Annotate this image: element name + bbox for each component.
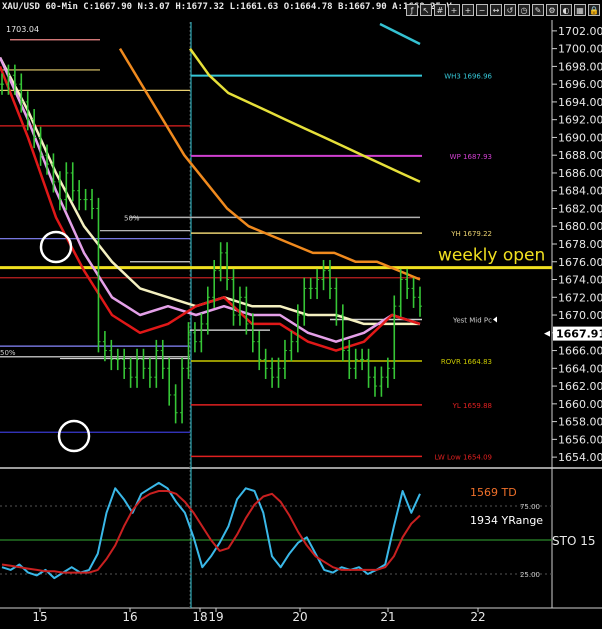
sto-tick-label: 25.00 [520, 571, 540, 579]
y-axis-tick-label: 1656.00 [558, 433, 602, 446]
level-label: WH3 1696.96 [444, 73, 492, 81]
y-axis-tick-label: 1688.00 [558, 149, 602, 162]
x-axis-day-label: 15 [32, 610, 47, 624]
clock-icon[interactable]: ◷ [518, 4, 530, 16]
x-axis-day-label: 19 [208, 610, 223, 624]
y-axis-tick-label: 1702.00 [558, 25, 602, 38]
y-axis-tick-label: 1682.00 [558, 202, 602, 215]
fx-icon[interactable]: ƒ [406, 4, 418, 16]
reset-icon[interactable]: ↺ [504, 4, 516, 16]
y-axis-tick-label: 1678.00 [558, 238, 602, 251]
y-axis-tick-label: 1654.00 [558, 451, 602, 464]
y-axis-tick-label: 1696.00 [558, 78, 602, 91]
x-axis-day-label: 20 [292, 610, 307, 624]
y-axis-tick-label: 1662.00 [558, 380, 602, 393]
y-axis-tick-label: 1672.00 [558, 291, 602, 304]
y-axis-tick-label: 1676.00 [558, 256, 602, 269]
chart-icon[interactable]: ▦ [574, 4, 586, 16]
level-label: Yest Mid Pc [452, 316, 492, 324]
level-label: YH 1679.22 [450, 230, 492, 238]
y-axis-tick-label: 1674.00 [558, 274, 602, 287]
fifty-percent-label: 50% [0, 349, 16, 357]
sto-label: STO 15 [552, 534, 595, 548]
x-axis-day-label: 18 [192, 610, 207, 624]
fifty-percent-label: 50% [124, 214, 140, 222]
x-axis-day-label: 22 [470, 610, 485, 624]
y-axis-tick-label: 1658.00 [558, 416, 602, 429]
level-label: YL 1659.88 [452, 402, 492, 410]
symbol-info-line: XAU/USD 60-Min C:1667.90 N:3.07 H:1677.3… [2, 2, 458, 12]
y-axis-tick-label: 1694.00 [558, 96, 602, 109]
level-label: LW Low 1654.09 [435, 453, 492, 461]
y-axis-tick-label: 1700.00 [558, 43, 602, 56]
last-price-label: 1667.91 [556, 328, 602, 341]
y-axis-tick-label: 1664.00 [558, 362, 602, 375]
x-axis-day-label: 16 [122, 610, 137, 624]
y-axis-tick-label: 1660.00 [558, 398, 602, 411]
settings-icon[interactable]: ⚙ [546, 4, 558, 16]
y-axis-tick-label: 1680.00 [558, 220, 602, 233]
level-label: ROVR 1664.83 [441, 358, 492, 366]
chart-toolbar: ƒ ↖ # + + − ↔ ↺ ◷ ✎ ⚙ ◐ ▦ 🔒 [406, 0, 602, 20]
arrow-icon[interactable]: ↖ [420, 4, 432, 16]
y-axis-tick-label: 1684.00 [558, 185, 602, 198]
sto-legend-yrange: 1934 YRange [470, 514, 543, 527]
chart-header: XAU/USD 60-Min C:1667.90 N:3.07 H:1677.3… [0, 0, 602, 20]
expand-icon[interactable]: ↔ [490, 4, 502, 16]
sto-tick-label: 75.00 [520, 503, 540, 511]
y-axis-tick-label: 1692.00 [558, 114, 602, 127]
chart-window: 1654.00 1656.00 1658.00 1660.00 1662.00 1664.… [0, 0, 602, 625]
y-axis-tick-label: 1686.00 [558, 167, 602, 180]
y-axis-tick-label: 1666.00 [558, 345, 602, 358]
weekly-open-label: weekly open [438, 246, 545, 266]
x-axis-day-label: 21 [380, 610, 395, 624]
small-price-label: 1703.04 [6, 25, 39, 34]
color-icon[interactable]: ◐ [560, 4, 572, 16]
level-label: WP 1687.93 [450, 153, 492, 161]
y-axis-tick-label: 1698.00 [558, 60, 602, 73]
y-axis-tick-label: 1670.00 [558, 309, 602, 322]
price-chart-svg: 1654.00 1656.00 1658.00 1660.00 1662.00 1664.… [0, 20, 602, 625]
drawing-icon[interactable]: ✎ [532, 4, 544, 16]
zoom-out-icon[interactable]: − [476, 4, 488, 16]
y-axis-tick-label: 1690.00 [558, 131, 602, 144]
sto-legend-td: 1569 TD [470, 486, 517, 499]
grid-icon[interactable]: # [434, 4, 446, 16]
zoom-in-icon[interactable]: + [462, 4, 474, 16]
chart-background [0, 20, 602, 625]
lock-icon[interactable]: 🔒 [588, 4, 600, 16]
crosshair-icon[interactable]: + [448, 4, 460, 16]
